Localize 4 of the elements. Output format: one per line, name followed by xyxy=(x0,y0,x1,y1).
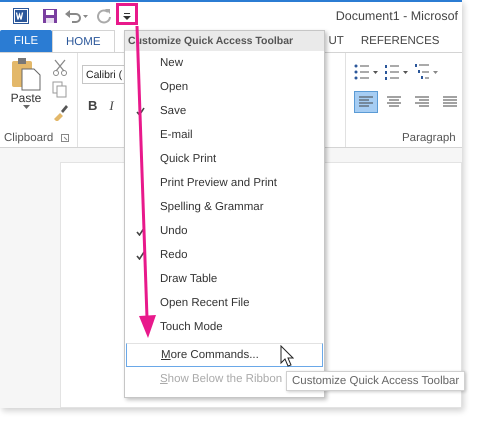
window-title: Document1 - Microsof xyxy=(336,9,458,23)
tooltip: Customize Quick Access Toolbar xyxy=(286,371,466,391)
group-label: Paragraph xyxy=(402,132,456,144)
group-label: Clipboard xyxy=(4,132,54,144)
